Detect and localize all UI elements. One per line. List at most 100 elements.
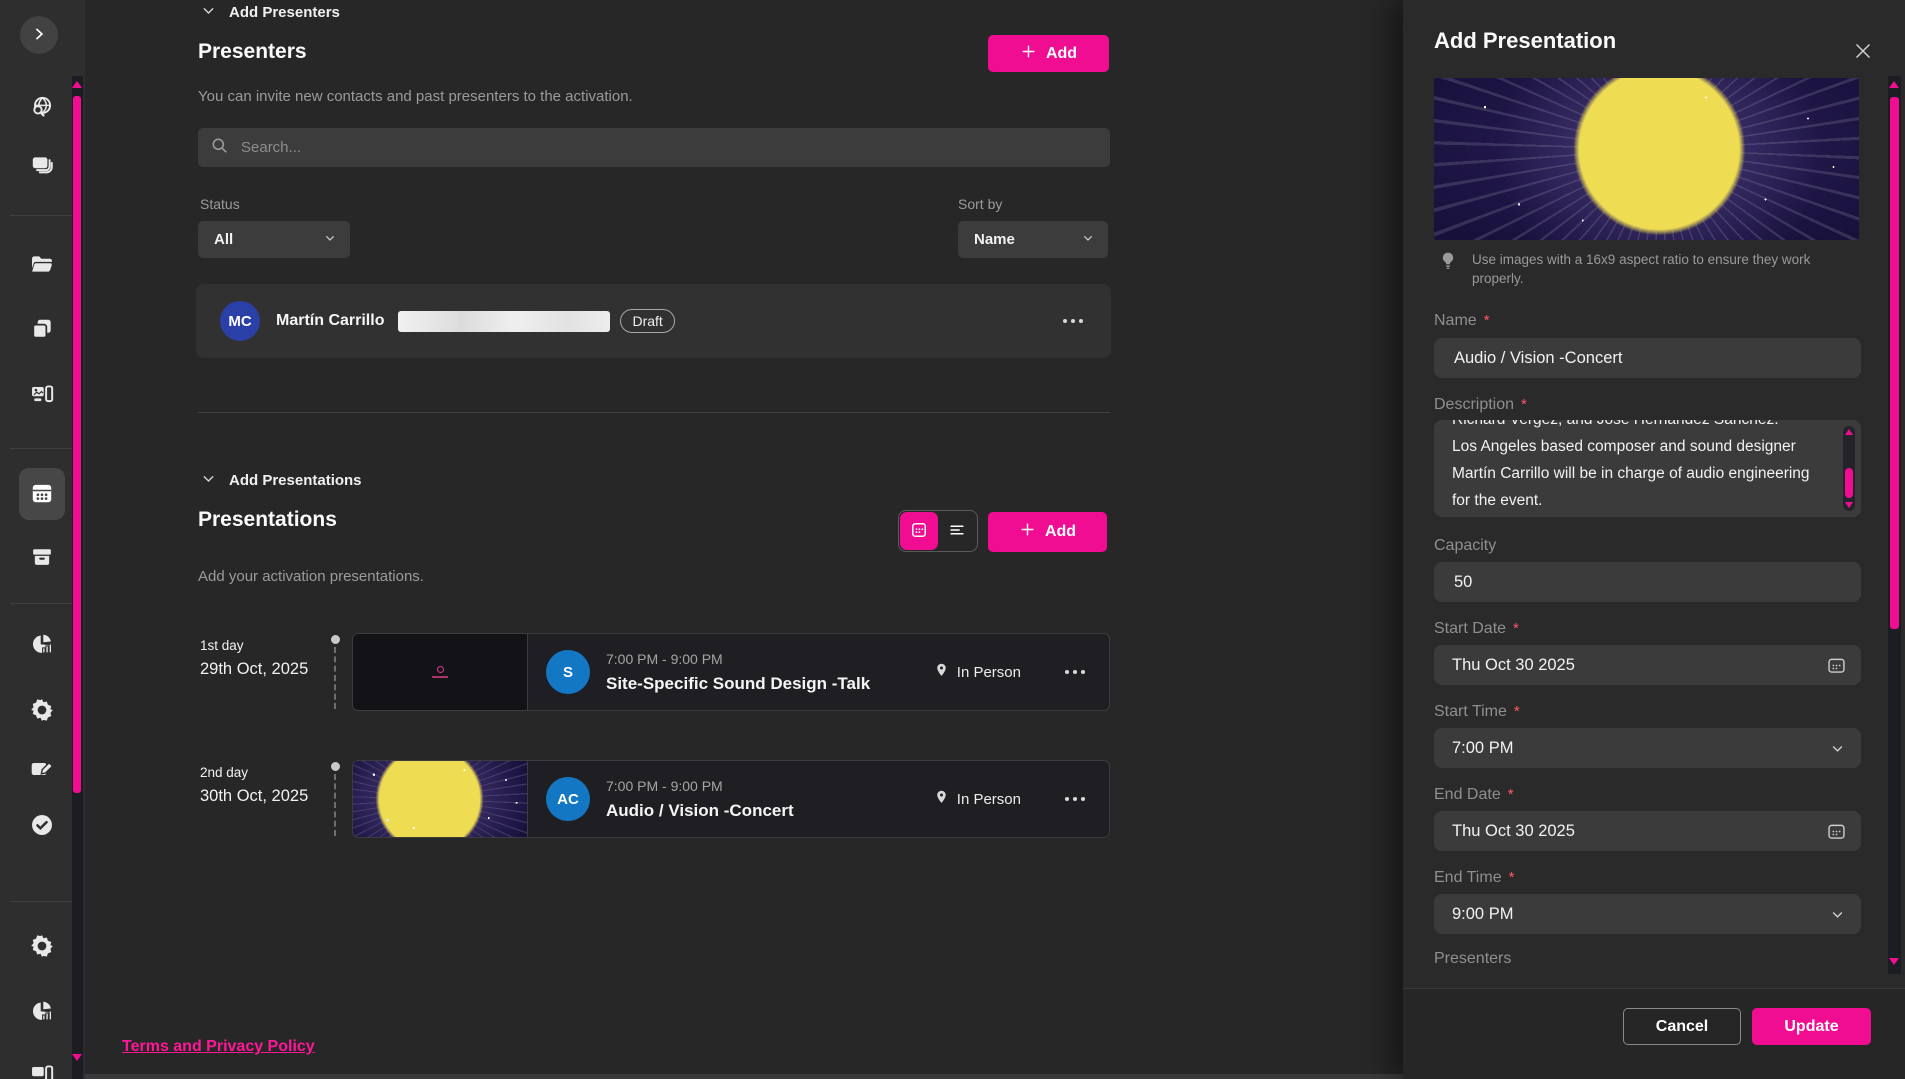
location-tag: In Person (933, 789, 1021, 810)
sidebar-item-analytics-secondary[interactable] (28, 999, 56, 1027)
sidebar-item-notes[interactable] (28, 757, 56, 785)
check-circle-icon (29, 812, 55, 843)
status-select[interactable]: All (198, 221, 350, 258)
add-presentation-button[interactable]: Add (988, 512, 1107, 552)
presentations-title: Presentations (198, 508, 337, 532)
presentation-title: Audio / Vision -Concert (606, 801, 794, 821)
chevron-down-icon (322, 230, 338, 250)
presenter-search[interactable] (198, 128, 1110, 167)
capacity-label: Capacity (1434, 537, 1496, 555)
gear-icon (29, 933, 55, 964)
devices-icon (29, 381, 55, 412)
scroll-up-arrow[interactable] (72, 81, 82, 88)
sort-select[interactable]: Name (958, 221, 1108, 258)
sidebar-item-files[interactable] (28, 252, 56, 280)
presentation-time: 7:00 PM - 9:00 PM (606, 778, 794, 794)
gear-icon (29, 697, 55, 728)
end-time-label: End Time* (1434, 869, 1514, 887)
add-presentations-collapse[interactable]: Add Presentations (200, 470, 362, 491)
sidebar-item-devices[interactable] (28, 382, 56, 410)
end-time-field[interactable]: 9:00 PM (1434, 894, 1861, 934)
chevron-down-icon (200, 470, 217, 491)
sidebar-expand-button[interactable] (20, 16, 58, 54)
location-pin-icon (933, 662, 950, 683)
bottom-scrollbar-strip (85, 1074, 1403, 1079)
end-date-field[interactable]: Thu Oct 30 2025 (1434, 811, 1861, 851)
sidebar-item-approvals[interactable] (28, 813, 56, 841)
pie-chart-icon (29, 998, 55, 1029)
terms-privacy-link[interactable]: Terms and Privacy Policy (122, 1038, 315, 1056)
chevron-down-icon (1080, 230, 1096, 250)
calendar-picker-icon[interactable] (1826, 821, 1847, 842)
chevron-down-icon[interactable] (1828, 739, 1847, 758)
presentation-row[interactable]: AC 7:00 PM - 9:00 PM Audio / Vision -Con… (352, 760, 1110, 838)
sidebar-item-calendar-active[interactable] (28, 481, 56, 509)
section-divider (198, 412, 1110, 413)
folder-icon (29, 251, 55, 282)
start-date-field[interactable]: Thu Oct 30 2025 (1434, 645, 1861, 685)
chevron-down-icon[interactable] (1828, 905, 1847, 924)
scroll-down-arrow[interactable] (72, 1054, 82, 1061)
sidebar-item-explore[interactable] (28, 95, 56, 123)
description-textarea[interactable]: Richard Vergez, and Jose Hernandez Sanch… (1434, 420, 1861, 517)
sidebar-scrollbar-thumb[interactable] (73, 96, 81, 793)
plus-icon (1020, 43, 1037, 65)
add-presenter-button[interactable]: Add (988, 35, 1109, 72)
scroll-up-arrow[interactable] (1845, 429, 1853, 435)
description-scrollbar-thumb[interactable] (1845, 468, 1853, 498)
avatar: MC (220, 301, 260, 341)
close-icon[interactable] (1845, 38, 1873, 66)
list-view-button[interactable] (938, 512, 976, 550)
day-label: 1st day 29th Oct, 2025 (200, 638, 308, 679)
scroll-down-arrow[interactable] (1845, 502, 1853, 508)
start-time-field[interactable]: 7:00 PM (1434, 728, 1861, 768)
end-date-label: End Date* (1434, 786, 1514, 804)
capacity-input[interactable] (1452, 572, 1847, 593)
start-date-label: Start Date* (1434, 620, 1519, 638)
sidebar-scrollbar[interactable] (72, 76, 83, 1079)
sidebar-item-library[interactable] (28, 317, 56, 345)
more-options-icon[interactable] (1065, 670, 1085, 674)
more-options-icon[interactable] (1063, 319, 1083, 323)
search-input[interactable] (239, 138, 1098, 157)
description-scrollbar[interactable] (1843, 426, 1855, 511)
presenter-row[interactable]: MC Martín Carrillo Draft (196, 284, 1111, 358)
notes-edit-icon (29, 756, 55, 787)
presentation-thumbnail (353, 761, 528, 837)
name-label: Name* (1434, 312, 1490, 330)
agenda-view-button[interactable] (900, 512, 938, 550)
panel-title: Add Presentation (1434, 28, 1616, 54)
sidebar-item-settings-secondary[interactable] (28, 934, 56, 962)
sort-by-label: Sort by (958, 196, 1002, 212)
image-ratio-tip: Use images with a 16x9 aspect ratio to e… (1437, 250, 1837, 288)
presentation-row[interactable]: S 7:00 PM - 9:00 PM Site-Specific Sound … (352, 633, 1110, 711)
panel-presenters-label: Presenters (1434, 950, 1511, 968)
scroll-up-arrow[interactable] (1889, 81, 1899, 88)
panel-scrollbar-thumb[interactable] (1890, 97, 1899, 629)
location-pin-icon (933, 789, 950, 810)
presentation-image[interactable] (1434, 78, 1859, 240)
calendar-picker-icon[interactable] (1826, 655, 1847, 676)
sidebar-divider (10, 901, 72, 902)
panel-scrollbar[interactable] (1888, 76, 1901, 974)
capacity-field[interactable] (1434, 562, 1861, 602)
sidebar-item-settings[interactable] (28, 698, 56, 726)
cards-stack-icon (29, 152, 55, 183)
name-input[interactable] (1452, 348, 1847, 369)
sidebar-item-cards[interactable] (28, 153, 56, 181)
app-root: Add Presenters Presenters Add You can in… (0, 0, 1905, 1079)
sidebar-item-analytics[interactable] (28, 632, 56, 660)
sidebar-item-archive[interactable] (28, 545, 56, 573)
day-label: 2nd day 30th Oct, 2025 (200, 765, 308, 806)
cancel-button[interactable]: Cancel (1623, 1008, 1741, 1045)
add-presenters-collapse[interactable]: Add Presenters (200, 2, 340, 23)
name-field[interactable] (1434, 338, 1861, 378)
update-button[interactable]: Update (1752, 1008, 1871, 1045)
status-label: Status (200, 196, 240, 212)
globe-search-icon (29, 94, 55, 125)
start-time-label: Start Time* (1434, 703, 1520, 721)
add-presentation-panel: Add Presentation Use images with a 16x9 … (1403, 0, 1905, 1079)
sidebar-item-devices-partial[interactable] (28, 1062, 56, 1079)
scroll-down-arrow[interactable] (1889, 958, 1899, 965)
more-options-icon[interactable] (1065, 797, 1085, 801)
